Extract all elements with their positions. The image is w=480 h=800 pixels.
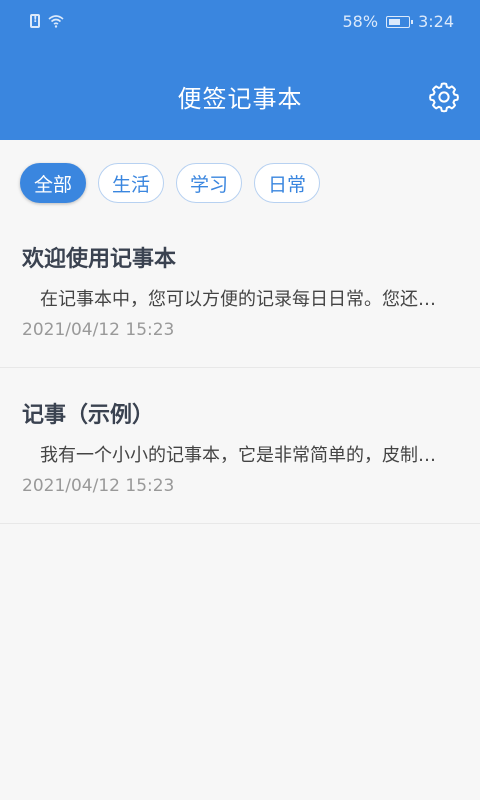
tab-study[interactable]: 学习: [176, 163, 243, 203]
page-title: 便签记事本: [177, 85, 303, 113]
battery-icon: [386, 15, 414, 28]
battery-fill: [389, 18, 401, 25]
gear-icon[interactable]: [428, 81, 460, 113]
note-preview: 我有一个小小的记事本，它是非常简单的，皮制…: [40, 445, 436, 466]
battery-percent: 58%: [342, 12, 379, 31]
clock: 3:24: [418, 12, 454, 31]
status-left-icons: [30, 14, 64, 28]
tab-life[interactable]: 生活: [98, 163, 165, 203]
note-date: 2021/04/12 15:23: [22, 320, 175, 340]
wifi-icon: [48, 15, 64, 28]
status-bar: 58% 3:24: [0, 0, 480, 46]
app-bar: 58% 3:24 便签记事本: [0, 0, 480, 140]
sim-alert-icon: [30, 14, 40, 28]
tab-all[interactable]: 全部: [20, 163, 87, 203]
category-tabs: 全部 生活 学习 日常: [20, 163, 321, 203]
note-list: 欢迎使用记事本 在记事本中，您可以方便的记录每日日常。您还… 2021/04/1…: [0, 212, 480, 524]
note-item[interactable]: 欢迎使用记事本 在记事本中，您可以方便的记录每日日常。您还… 2021/04/1…: [0, 212, 480, 368]
note-title: 记事（示例）: [22, 403, 155, 428]
note-item[interactable]: 记事（示例） 我有一个小小的记事本，它是非常简单的，皮制… 2021/04/12…: [0, 368, 480, 524]
note-preview: 在记事本中，您可以方便的记录每日日常。您还…: [40, 289, 436, 310]
note-title: 欢迎使用记事本: [22, 247, 177, 272]
tab-daily[interactable]: 日常: [254, 163, 321, 203]
screen: 58% 3:24 便签记事本 全部 生活 学习 日常 欢迎使用记事本 在记事本中…: [0, 0, 480, 800]
status-right: 58% 3:24: [343, 12, 455, 31]
note-date: 2021/04/12 15:23: [22, 476, 175, 496]
